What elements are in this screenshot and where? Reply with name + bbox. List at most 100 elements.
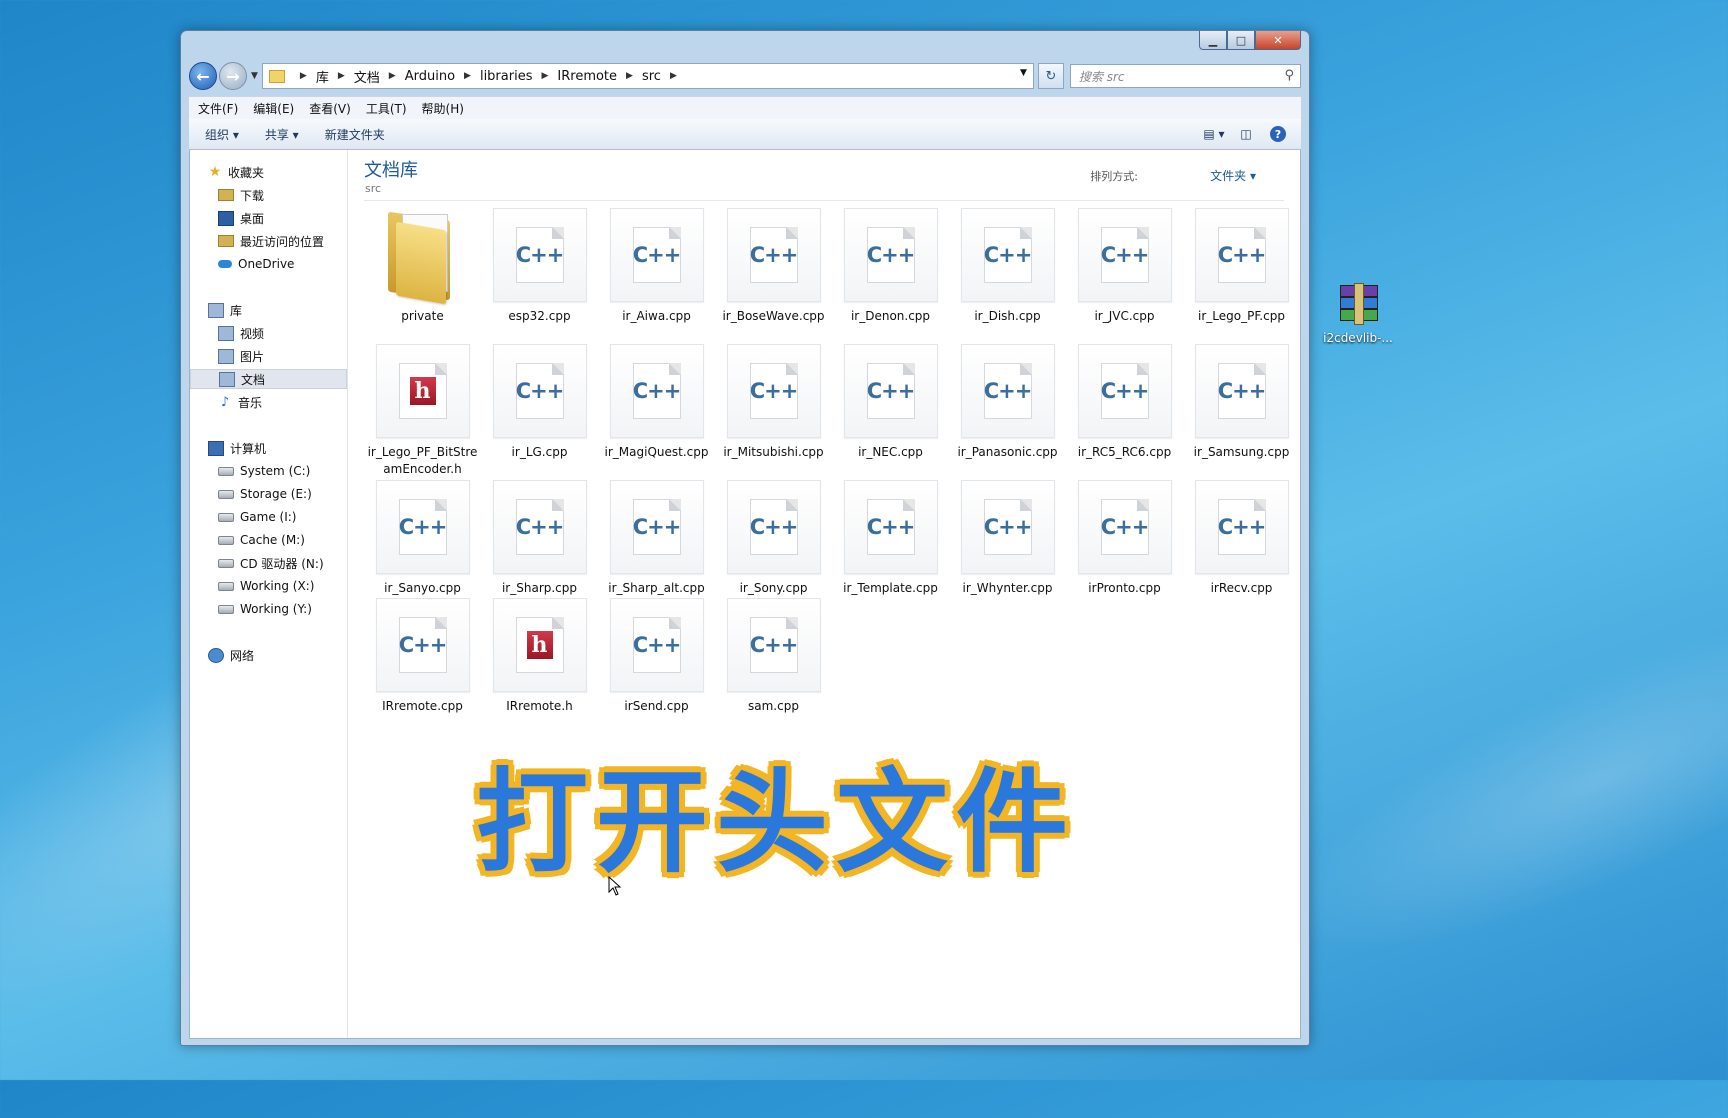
file-item[interactable]: C++ ir_Panasonic.cpp bbox=[949, 344, 1066, 461]
file-item[interactable]: C++ ir_Denon.cpp bbox=[832, 208, 949, 325]
nav-computer[interactable]: 计算机 bbox=[190, 438, 347, 458]
file-item[interactable]: C++ ir_NEC.cpp bbox=[832, 344, 949, 461]
file-item[interactable]: C++ esp32.cpp bbox=[481, 208, 598, 325]
nav-item-drive-x[interactable]: Working (X:) bbox=[190, 576, 347, 596]
breadcrumb-item[interactable]: IRremote bbox=[557, 69, 617, 84]
menu-tools[interactable]: 工具(T) bbox=[366, 100, 407, 117]
file-item[interactable]: C++ ir_Dish.cpp bbox=[949, 208, 1066, 325]
file-item[interactable]: C++ irRecv.cpp bbox=[1183, 480, 1300, 597]
menu-edit[interactable]: 编辑(E) bbox=[253, 100, 294, 117]
nav-network[interactable]: 网络 bbox=[190, 645, 347, 665]
file-item[interactable]: C++ IRremote.cpp bbox=[364, 598, 481, 715]
menu-help[interactable]: 帮助(H) bbox=[422, 100, 464, 117]
nav-item-drive-y[interactable]: Working (Y:) bbox=[190, 599, 347, 619]
minimize-button[interactable]: ▁ bbox=[1199, 31, 1227, 50]
file-item[interactable]: C++ sam.cpp bbox=[715, 598, 832, 715]
menu-file[interactable]: 文件(F) bbox=[198, 100, 238, 117]
cpp-file-icon: C++ bbox=[1077, 208, 1172, 302]
file-item[interactable]: C++ ir_JVC.cpp bbox=[1066, 208, 1183, 325]
cpp-file-icon: C++ bbox=[492, 208, 587, 302]
file-item[interactable]: C++ ir_MagiQuest.cpp bbox=[598, 344, 715, 461]
file-item[interactable]: C++ ir_Aiwa.cpp bbox=[598, 208, 715, 325]
nav-item-drive-e[interactable]: Storage (E:) bbox=[190, 484, 347, 504]
cpp-file-icon: C++ bbox=[726, 344, 821, 438]
desktop-icon-i2cdevlib[interactable]: i2cdevlib-... bbox=[1312, 283, 1404, 345]
file-item[interactable]: C++ ir_LG.cpp bbox=[481, 344, 598, 461]
organize-button[interactable]: 组织 ▾ bbox=[205, 126, 239, 143]
file-item[interactable]: C++ ir_Sharp_alt.cpp bbox=[598, 480, 715, 597]
chevron-right-icon[interactable]: ▶ bbox=[541, 71, 548, 81]
breadcrumb-item[interactable]: libraries bbox=[480, 69, 533, 84]
file-item[interactable]: C++ ir_BoseWave.cpp bbox=[715, 208, 832, 325]
command-bar: 组织 ▾ 共享 ▾ 新建文件夹 ▤ ▾ ◫ ? bbox=[189, 119, 1301, 150]
sort-dropdown[interactable]: 文件夹 ▾ bbox=[1210, 167, 1256, 184]
chevron-right-icon[interactable]: ▶ bbox=[300, 71, 307, 81]
nav-item-downloads[interactable]: 下载 bbox=[190, 185, 347, 205]
close-button[interactable]: ✕ bbox=[1255, 31, 1301, 50]
refresh-button[interactable]: ↻ bbox=[1037, 63, 1064, 89]
file-item[interactable]: C++ irPronto.cpp bbox=[1066, 480, 1183, 597]
nav-item-recent-places[interactable]: 最近访问的位置 bbox=[190, 231, 347, 251]
nav-label: 下载 bbox=[240, 188, 265, 203]
folder-item[interactable]: private bbox=[364, 208, 481, 325]
file-item[interactable]: C++ ir_Sharp.cpp bbox=[481, 480, 598, 597]
file-item[interactable]: C++ irSend.cpp bbox=[598, 598, 715, 715]
file-item[interactable]: C++ ir_RC5_RC6.cpp bbox=[1066, 344, 1183, 461]
desktop-icon-label: i2cdevlib-... bbox=[1323, 331, 1393, 345]
search-input[interactable]: 搜索 src ⚲ bbox=[1069, 64, 1301, 88]
nav-libraries[interactable]: 库 bbox=[190, 300, 347, 320]
nav-item-pictures[interactable]: 图片 bbox=[190, 346, 347, 366]
nav-item-drive-n[interactable]: CD 驱动器 (N:) bbox=[190, 553, 347, 573]
recent-pages-dropdown[interactable]: ▼ bbox=[251, 71, 258, 81]
file-item[interactable]: C++ ir_Template.cpp bbox=[832, 480, 949, 597]
file-name: ir_Sharp.cpp bbox=[501, 581, 578, 595]
nav-favorites[interactable]: ★ 收藏夹 bbox=[190, 162, 347, 182]
share-button[interactable]: 共享 ▾ bbox=[265, 126, 299, 143]
nav-item-desktop[interactable]: 桌面 bbox=[190, 208, 347, 228]
cpp-file-icon: C++ bbox=[1194, 208, 1289, 302]
breadcrumb-item[interactable]: 文档 bbox=[354, 67, 380, 86]
library-subtitle: src bbox=[365, 182, 382, 195]
chevron-right-icon[interactable]: ▶ bbox=[464, 71, 471, 81]
file-item[interactable]: C++ ir_Lego_PF.cpp bbox=[1183, 208, 1300, 325]
file-name: irPronto.cpp bbox=[1088, 581, 1161, 595]
search-icon[interactable]: ⚲ bbox=[1284, 68, 1294, 83]
chevron-down-icon[interactable]: ▼ bbox=[1020, 68, 1027, 78]
menu-view[interactable]: 查看(V) bbox=[309, 100, 351, 117]
file-name: ir_Sanyo.cpp bbox=[384, 581, 461, 595]
nav-item-onedrive[interactable]: OneDrive bbox=[190, 254, 347, 274]
breadcrumb-item[interactable]: Arduino bbox=[405, 69, 455, 84]
nav-item-videos[interactable]: 视频 bbox=[190, 323, 347, 343]
file-item[interactable]: h ir_Lego_PF_BitStreamEncoder.h bbox=[364, 344, 481, 478]
file-item[interactable]: C++ ir_Samsung.cpp bbox=[1183, 344, 1300, 461]
file-item[interactable]: h IRremote.h bbox=[481, 598, 598, 715]
nav-label: 收藏夹 bbox=[228, 165, 265, 180]
breadcrumb-item[interactable]: 库 bbox=[316, 67, 329, 86]
file-item[interactable]: C++ ir_Mitsubishi.cpp bbox=[715, 344, 832, 461]
nav-item-music[interactable]: ♪ 音乐 bbox=[190, 392, 347, 412]
nav-item-documents[interactable]: 文档 bbox=[190, 369, 347, 389]
music-note-icon: ♪ bbox=[220, 394, 230, 410]
file-name: ir_RC5_RC6.cpp bbox=[1077, 445, 1172, 459]
file-item[interactable]: C++ ir_Sony.cpp bbox=[715, 480, 832, 597]
chevron-right-icon[interactable]: ▶ bbox=[389, 71, 396, 81]
preview-pane-icon[interactable]: ◫ bbox=[1235, 124, 1257, 144]
forward-button[interactable]: → bbox=[219, 62, 247, 90]
nav-item-drive-c[interactable]: System (C:) bbox=[190, 461, 347, 481]
maximize-button[interactable]: □ bbox=[1227, 31, 1255, 50]
chevron-right-icon[interactable]: ▶ bbox=[626, 71, 633, 81]
nav-item-drive-i[interactable]: Game (I:) bbox=[190, 507, 347, 527]
chevron-right-icon[interactable]: ▶ bbox=[338, 71, 345, 81]
chevron-right-icon[interactable]: ▶ bbox=[670, 71, 677, 81]
address-bar[interactable]: ▶ 库 ▶ 文档 ▶ Arduino ▶ libraries ▶ IRremot… bbox=[261, 63, 1034, 89]
breadcrumb-item[interactable]: src bbox=[642, 69, 661, 84]
explorer-body: ★ 收藏夹 下载 桌面 最近访问的位置 OneDrive 库 视频 图片 文档 ♪… bbox=[189, 150, 1301, 1039]
view-options-icon[interactable]: ▤ ▾ bbox=[1203, 124, 1225, 144]
file-item[interactable]: C++ ir_Whynter.cpp bbox=[949, 480, 1066, 597]
nav-item-drive-m[interactable]: Cache (M:) bbox=[190, 530, 347, 550]
help-icon[interactable]: ? bbox=[1267, 124, 1289, 144]
file-item[interactable]: C++ ir_Sanyo.cpp bbox=[364, 480, 481, 597]
nav-label: CD 驱动器 (N:) bbox=[240, 556, 324, 571]
back-button[interactable]: ← bbox=[189, 62, 217, 90]
new-folder-button[interactable]: 新建文件夹 bbox=[325, 126, 385, 143]
